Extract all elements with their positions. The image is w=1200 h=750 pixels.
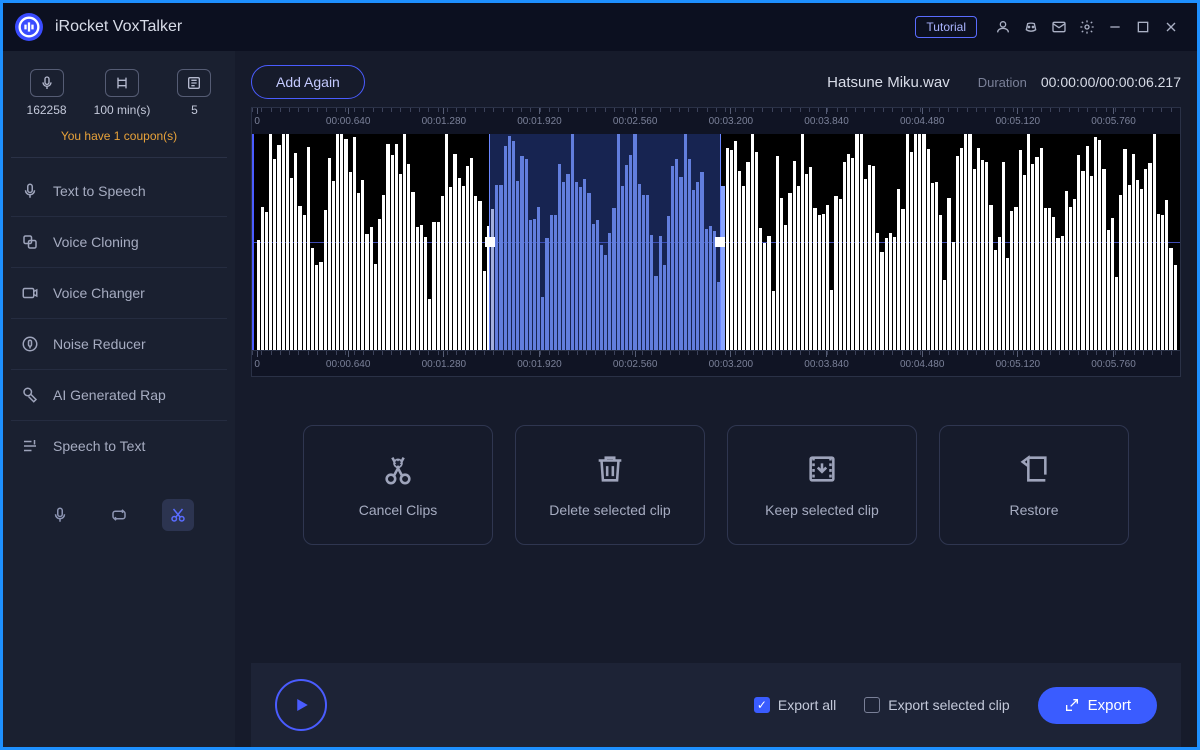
export-all-checkbox[interactable]: Export all [754, 697, 836, 713]
stats-row: 162258 100 min(s) 5 [3, 63, 235, 117]
action-label: Keep selected clip [765, 502, 879, 518]
play-button[interactable] [275, 679, 327, 731]
filename: Hatsune Miku.wav [827, 74, 950, 91]
close-icon[interactable] [1157, 13, 1185, 41]
nav-label: Text to Speech [53, 183, 146, 199]
wave-area[interactable] [252, 134, 1180, 350]
ruler-bottom: 000:00.64000:01.28000:01.92000:02.56000:… [252, 350, 1180, 376]
tutorial-button[interactable]: Tutorial [915, 16, 977, 38]
nav-noise-reducer[interactable]: Noise Reducer [11, 319, 227, 370]
stat-credits[interactable]: 162258 [27, 69, 67, 117]
nav-label: AI Generated Rap [53, 387, 166, 403]
selection-handle-left[interactable] [485, 237, 495, 247]
app-title: iRocket VoxTalker [55, 18, 182, 36]
action-label: Cancel Clips [359, 502, 438, 518]
coupon-banner[interactable]: You have 1 coupon(s) [11, 117, 227, 158]
selection-handle-right[interactable] [715, 237, 725, 247]
checkbox-label: Export selected clip [888, 697, 1009, 713]
tool-loop[interactable] [103, 499, 135, 531]
checkbox-icon [754, 697, 770, 713]
action-label: Restore [1009, 502, 1058, 518]
nav-voice-cloning[interactable]: Voice Cloning [11, 217, 227, 268]
app-logo [15, 13, 43, 41]
stat-minutes[interactable]: 100 min(s) [94, 69, 151, 117]
tool-row [3, 485, 235, 545]
playhead[interactable] [252, 134, 254, 350]
tool-record[interactable] [44, 499, 76, 531]
clip-actions: Cancel Clips Delete selected clip Keep s… [251, 425, 1181, 545]
waveform[interactable]: 000:00.64000:01.28000:01.92000:02.56000:… [251, 107, 1181, 377]
stat-credits-value: 162258 [27, 103, 67, 117]
nav-text-to-speech[interactable]: Text to Speech [11, 166, 227, 217]
footer: Export all Export selected clip Export [251, 663, 1181, 747]
duration-value: 00:00:00/00:00:06.217 [1041, 74, 1181, 90]
duration-label: Duration [978, 75, 1027, 90]
minimize-icon[interactable] [1101, 13, 1129, 41]
cancel-clips-button[interactable]: Cancel Clips [303, 425, 493, 545]
nav-label: Voice Cloning [53, 234, 139, 250]
export-selected-checkbox[interactable]: Export selected clip [864, 697, 1009, 713]
nav: Text to Speech Voice Cloning Voice Chang… [3, 158, 235, 479]
keep-clip-button[interactable]: Keep selected clip [727, 425, 917, 545]
discord-icon[interactable] [1017, 13, 1045, 41]
restore-button[interactable]: Restore [939, 425, 1129, 545]
checkbox-icon [864, 697, 880, 713]
stat-slots-value: 5 [191, 103, 198, 117]
tool-cut[interactable] [162, 499, 194, 531]
ruler-top: 000:00.64000:01.28000:01.92000:02.56000:… [252, 108, 1180, 134]
export-button[interactable]: Export [1038, 687, 1157, 724]
main: Add Again Hatsune Miku.wav Duration 00:0… [235, 51, 1197, 747]
titlebar: iRocket VoxTalker Tutorial [3, 3, 1197, 51]
checkbox-label: Export all [778, 697, 836, 713]
nav-label: Noise Reducer [53, 336, 146, 352]
selection-region[interactable] [489, 134, 721, 350]
nav-speech-to-text[interactable]: Speech to Text [11, 421, 227, 471]
add-again-button[interactable]: Add Again [251, 65, 365, 99]
stat-minutes-value: 100 min(s) [94, 103, 151, 117]
user-icon[interactable] [989, 13, 1017, 41]
maximize-icon[interactable] [1129, 13, 1157, 41]
action-label: Delete selected clip [549, 502, 670, 518]
nav-ai-rap[interactable]: AI Generated Rap [11, 370, 227, 421]
main-header: Add Again Hatsune Miku.wav Duration 00:0… [251, 65, 1181, 99]
settings-icon[interactable] [1073, 13, 1101, 41]
export-label: Export [1088, 697, 1131, 714]
nav-label: Voice Changer [53, 285, 145, 301]
delete-clip-button[interactable]: Delete selected clip [515, 425, 705, 545]
mail-icon[interactable] [1045, 13, 1073, 41]
sidebar: 162258 100 min(s) 5 You have 1 coupon(s)… [3, 51, 235, 747]
nav-voice-changer[interactable]: Voice Changer [11, 268, 227, 319]
stat-slots[interactable]: 5 [177, 69, 211, 117]
nav-label: Speech to Text [53, 438, 145, 454]
